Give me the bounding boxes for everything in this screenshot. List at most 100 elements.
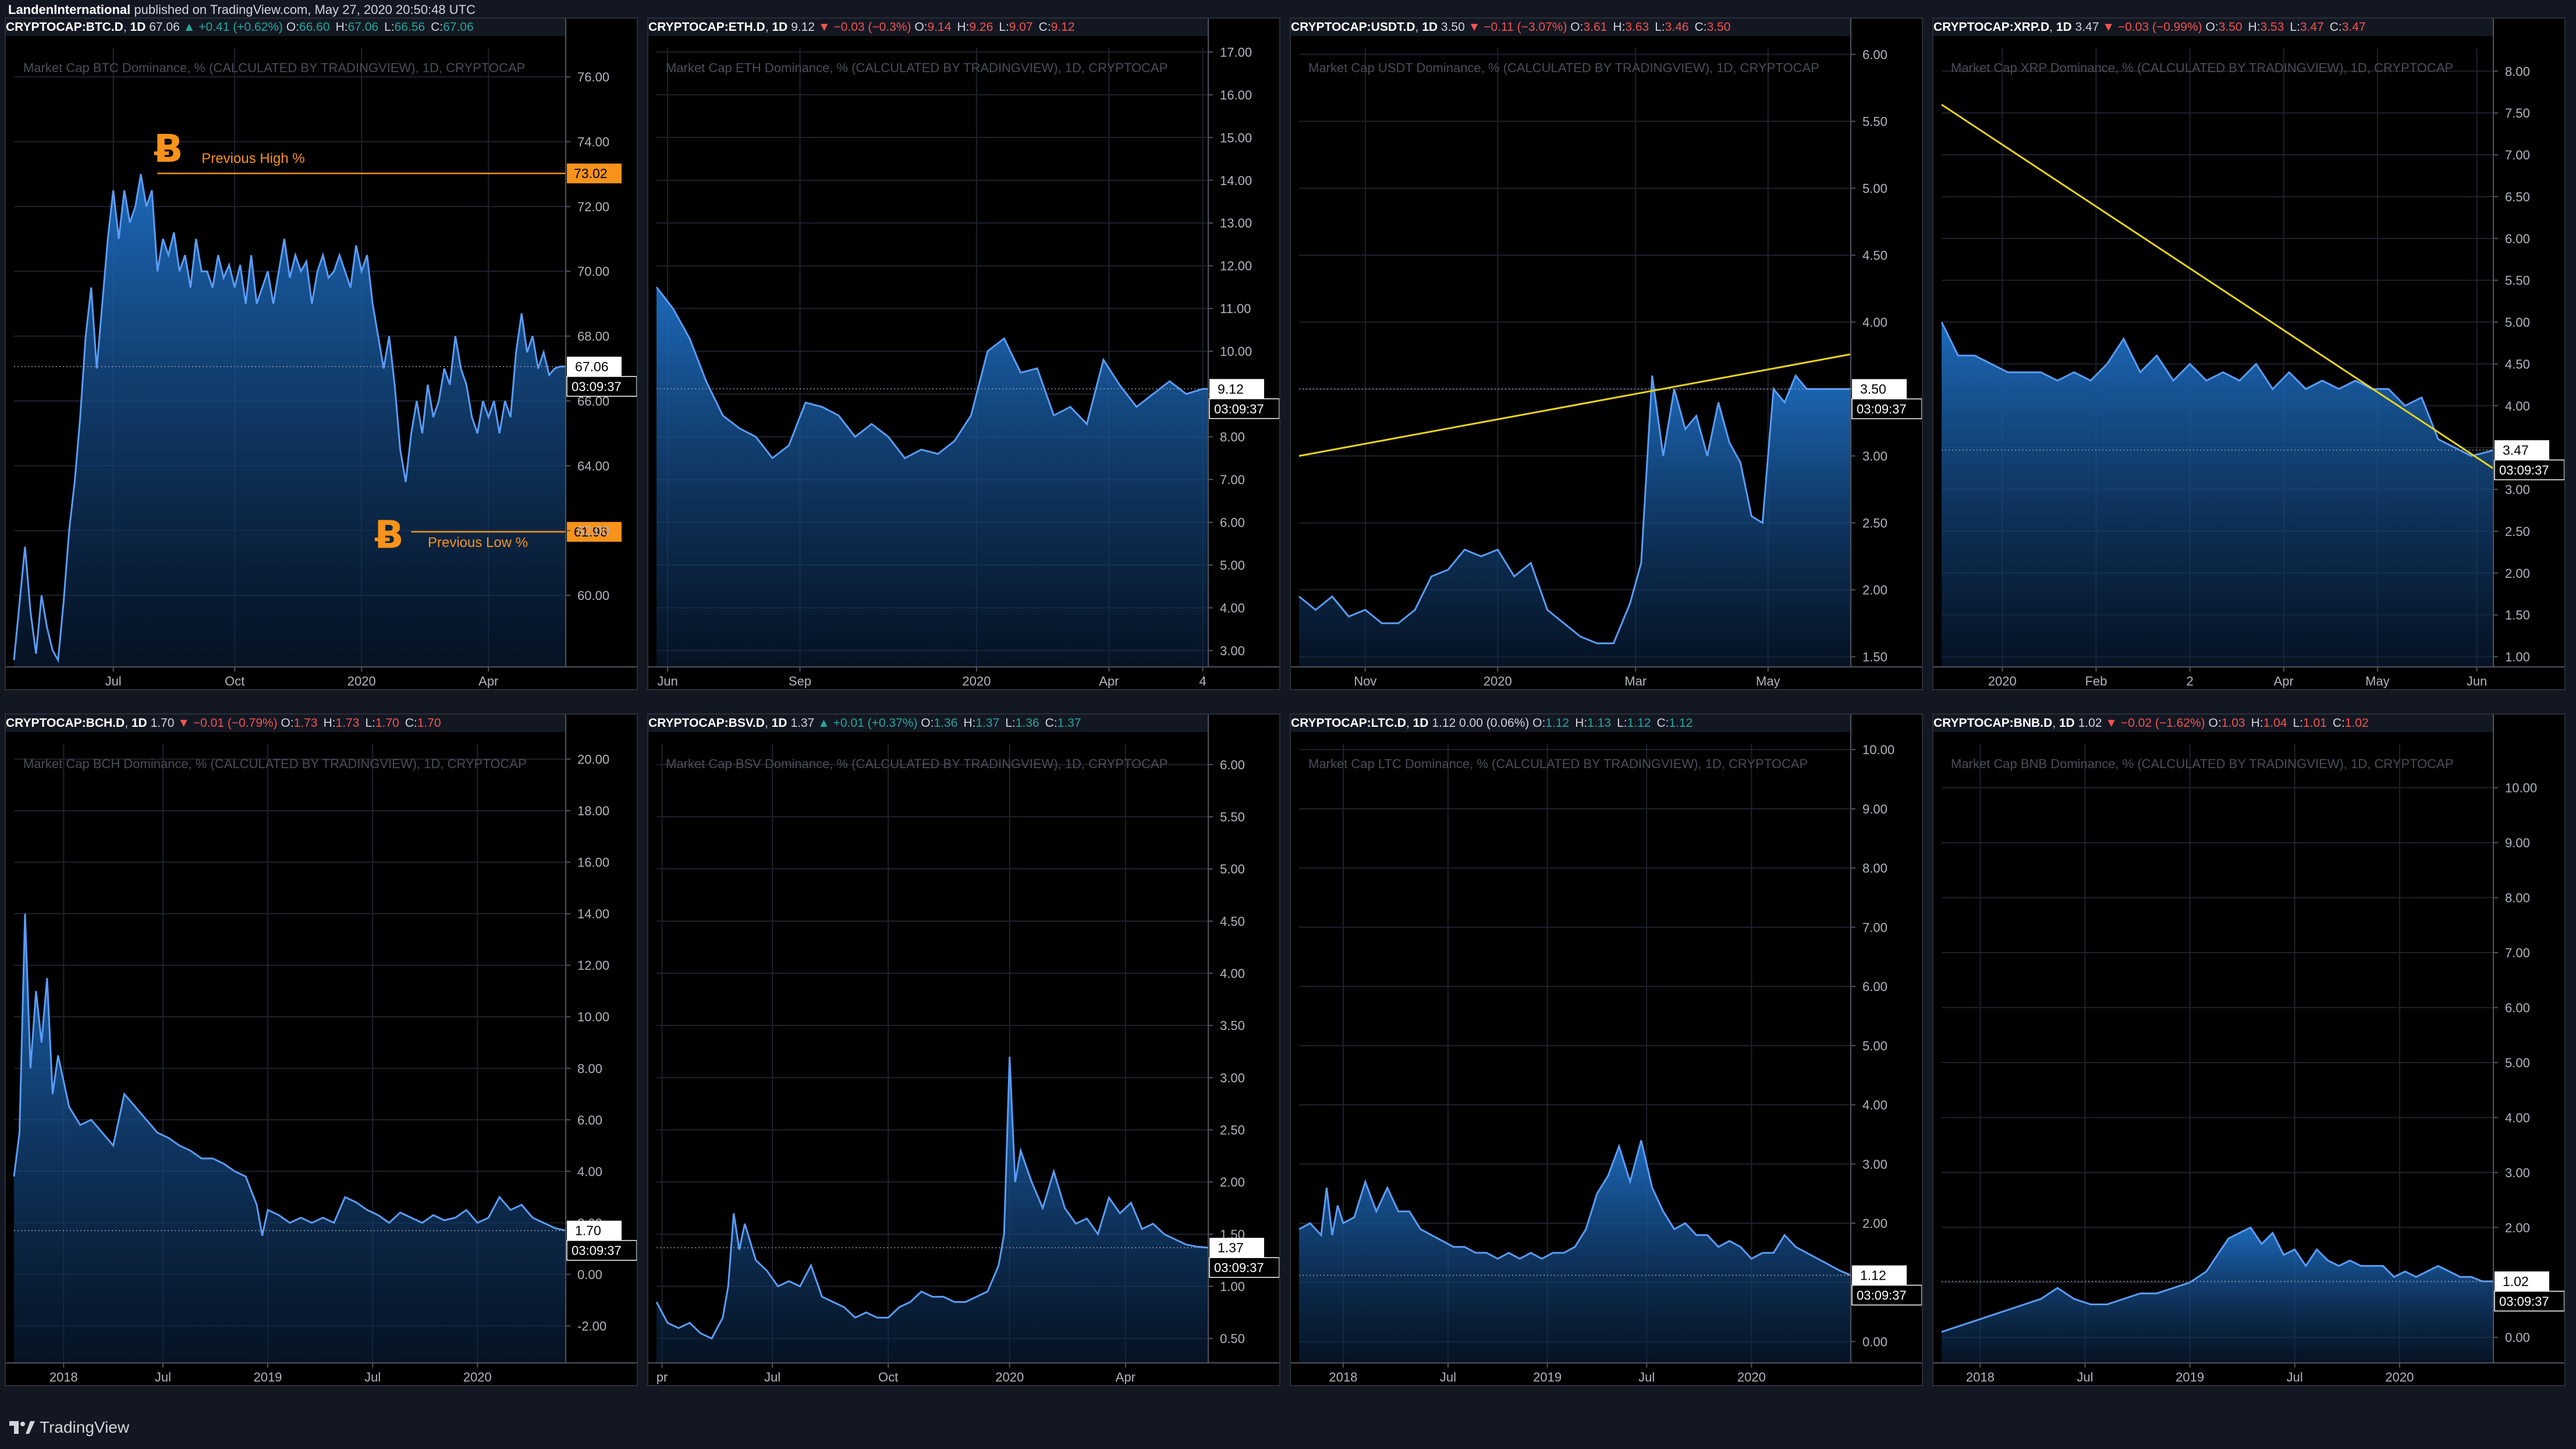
- price-tick-label: 1.00: [2505, 650, 2530, 665]
- chart-canvas[interactable]: Market Cap USDT Dominance, % (CALCULATED…: [1291, 19, 1922, 689]
- price-tick-label: 6.00: [577, 1113, 602, 1127]
- countdown-text: 03:09:37: [1857, 402, 1907, 417]
- time-tick-label: Nov: [1354, 674, 1376, 688]
- time-scale[interactable]: Jun Sep 2020 Apr 4: [648, 666, 1279, 688]
- chart-canvas[interactable]: Market Cap BCH Dominance, % (CALCULATED …: [6, 715, 637, 1385]
- price-tick-label: 2.00: [1862, 1216, 1887, 1231]
- chart-watermark: Market Cap LTC Dominance, % (CALCULATED …: [1308, 757, 1808, 771]
- time-tick-label: 2019: [1533, 1370, 1562, 1384]
- countdown-text: 03:09:37: [1214, 402, 1264, 416]
- price-tick-label: 2.00: [2505, 566, 2530, 581]
- time-scale[interactable]: 2018 Jul 2019 Jul 2020: [1291, 1362, 1922, 1384]
- time-tick-label: Sep: [789, 674, 811, 688]
- time-tick-label: Jul: [1638, 1370, 1655, 1384]
- time-scale[interactable]: pr Jul Oct 2020 Apr: [648, 1362, 1279, 1384]
- time-scale[interactable]: 2018 Jul 2019 Jul 2020: [1933, 1362, 2564, 1384]
- author-name[interactable]: LandenInternational: [8, 2, 130, 17]
- chart-panel-xrp[interactable]: CRYPTOCAP:XRP.D, 1D 3.47 ▼ −0.03 (−0.99%…: [1932, 17, 2566, 690]
- countdown-text: 03:09:37: [2499, 463, 2549, 477]
- price-tick-label: 7.50: [2505, 106, 2530, 120]
- price-tick-label: 12.00: [1220, 259, 1252, 274]
- price-tick-label: 6.00: [2505, 1000, 2530, 1015]
- price-tick-label: 2.00: [2505, 1220, 2530, 1235]
- price-tick-label: 5.50: [1862, 115, 1887, 129]
- time-tick-label: Oct: [225, 674, 244, 688]
- price-tick-label: 60.00: [577, 588, 609, 603]
- price-tick-label: 9.00: [1862, 802, 1887, 816]
- price-tick-label: 74.00: [577, 134, 609, 149]
- price-tick-label: 5.00: [2505, 1056, 2530, 1070]
- last-price-tag-text: 1.12: [1860, 1268, 1886, 1283]
- price-tick-label: 5.00: [1220, 558, 1245, 573]
- footer-brand[interactable]: TradingView: [40, 1416, 129, 1439]
- price-tick-label: 7.00: [2505, 946, 2530, 960]
- price-tick-label: 0.50: [1220, 1331, 1245, 1346]
- series-area: [1942, 1227, 2493, 1363]
- chart-canvas[interactable]: Market Cap BNB Dominance, % (CALCULATED …: [1933, 715, 2564, 1385]
- last-price-tag-text: 1.37: [1218, 1240, 1244, 1255]
- price-tick-label: 1.50: [1862, 650, 1887, 665]
- chart-panel-bch[interactable]: CRYPTOCAP:BCH.D, 1D 1.70 ▼ −0.01 (−0.79%…: [5, 713, 638, 1386]
- price-tick-label: 10.00: [1862, 743, 1894, 757]
- countdown-text: 03:09:37: [1214, 1260, 1264, 1275]
- price-tick-label: 4.00: [577, 1164, 602, 1179]
- price-tick-label: 8.00: [1862, 861, 1887, 876]
- price-tick-label: 4.00: [2505, 1110, 2530, 1125]
- time-scale[interactable]: Nov 2020 Mar May: [1291, 666, 1922, 688]
- last-price-tag-text: 1.70: [575, 1223, 601, 1238]
- time-tick-label: pr: [657, 1370, 668, 1384]
- chart-panel-bnb[interactable]: CRYPTOCAP:BNB.D, 1D 1.02 ▼ −0.02 (−1.62%…: [1932, 713, 2566, 1386]
- price-tick-label: 2.00: [1220, 1175, 1245, 1189]
- time-tick-label: 2020: [1484, 674, 1512, 688]
- time-tick-label: 2020: [2385, 1370, 2414, 1384]
- price-tick-label: 5.50: [2505, 274, 2530, 288]
- price-tick-label: 4.50: [2505, 357, 2530, 371]
- chart-canvas[interactable]: Market Cap XRP Dominance, % (CALCULATED …: [1933, 19, 2564, 689]
- time-tick-label: May: [2365, 674, 2390, 688]
- time-scale[interactable]: Jul Oct 2020 Apr: [6, 666, 637, 688]
- countdown-text: 03:09:37: [1857, 1288, 1907, 1303]
- price-tick-label: 7.00: [2505, 148, 2530, 162]
- chart-watermark: Market Cap USDT Dominance, % (CALCULATED…: [1308, 61, 1819, 75]
- price-tick-label: 4.00: [1862, 1098, 1887, 1113]
- price-tick-label: 18.00: [577, 804, 609, 818]
- tradingview-logo-icon[interactable]: [8, 1419, 35, 1436]
- series-area: [657, 287, 1208, 667]
- chart-watermark: Market Cap XRP Dominance, % (CALCULATED …: [1951, 61, 2453, 75]
- time-scale[interactable]: 2018 Jul 2019 Jul 2020: [6, 1362, 637, 1384]
- chart-canvas[interactable]: Market Cap LTC Dominance, % (CALCULATED …: [1291, 715, 1922, 1385]
- chart-canvas[interactable]: Market Cap ETH Dominance, % (CALCULATED …: [648, 19, 1279, 689]
- price-tick-label: 6.00: [2505, 232, 2530, 246]
- last-price-tag-text: 67.06: [575, 359, 609, 374]
- footer: TradingView: [0, 1408, 2576, 1449]
- bitcoin-icon-glyph: Ƀ: [154, 126, 183, 171]
- price-tick-label: 16.00: [1220, 88, 1252, 102]
- chart-panel-btc[interactable]: CRYPTOCAP:BTC.D, 1D 67.06 ▲ +0.41 (+0.62…: [5, 17, 638, 690]
- price-tick-label: 2.50: [1862, 516, 1887, 531]
- chart-canvas[interactable]: Market Cap BSV Dominance, % (CALCULATED …: [648, 715, 1279, 1385]
- price-tick-label: 8.00: [2505, 64, 2530, 79]
- chart-canvas[interactable]: Market Cap BTC Dominance, % (CALCULATED …: [6, 19, 637, 689]
- time-tick-label: Feb: [2085, 674, 2107, 688]
- time-tick-label: Apr: [478, 674, 498, 688]
- price-tick-label: 4.00: [2505, 399, 2530, 413]
- time-tick-label: Jun: [2467, 674, 2487, 688]
- time-tick-label: Jul: [1440, 1370, 1456, 1384]
- time-tick-label: Mar: [1624, 674, 1647, 688]
- chart-panel-bsv[interactable]: CRYPTOCAP:BSV.D, 1D 1.37 ▲ +0.01 (+0.37%…: [647, 713, 1280, 1386]
- time-tick-label: 2020: [995, 1370, 1024, 1384]
- price-tick-label: 4.00: [1862, 315, 1887, 330]
- chart-panel-eth[interactable]: CRYPTOCAP:ETH.D, 1D 9.12 ▼ −0.03 (−0.3%)…: [647, 17, 1280, 690]
- last-price-tag-text: 3.50: [1860, 382, 1886, 397]
- price-tick-label: 17.00: [1220, 45, 1252, 59]
- chart-panel-ltc[interactable]: CRYPTOCAP:LTC.D, 1D 1.12 0.00 (0.06%) O:…: [1290, 713, 1923, 1386]
- time-tick-label: Jul: [2077, 1370, 2093, 1384]
- price-tick-label: 10.00: [2505, 781, 2537, 795]
- time-scale[interactable]: 2020 Feb 2 Apr May Jun: [1933, 666, 2564, 688]
- chart-panel-usdt[interactable]: CRYPTOCAP:USDT.D, 1D 3.50 ▼ −0.11 (−3.07…: [1290, 17, 1923, 690]
- price-tick-label: 5.00: [1220, 862, 1245, 876]
- series-area: [14, 914, 566, 1363]
- time-tick-label: 4: [1199, 674, 1206, 688]
- price-tick-label: 3.00: [1220, 1071, 1245, 1085]
- price-tick-label: 20.00: [577, 752, 609, 767]
